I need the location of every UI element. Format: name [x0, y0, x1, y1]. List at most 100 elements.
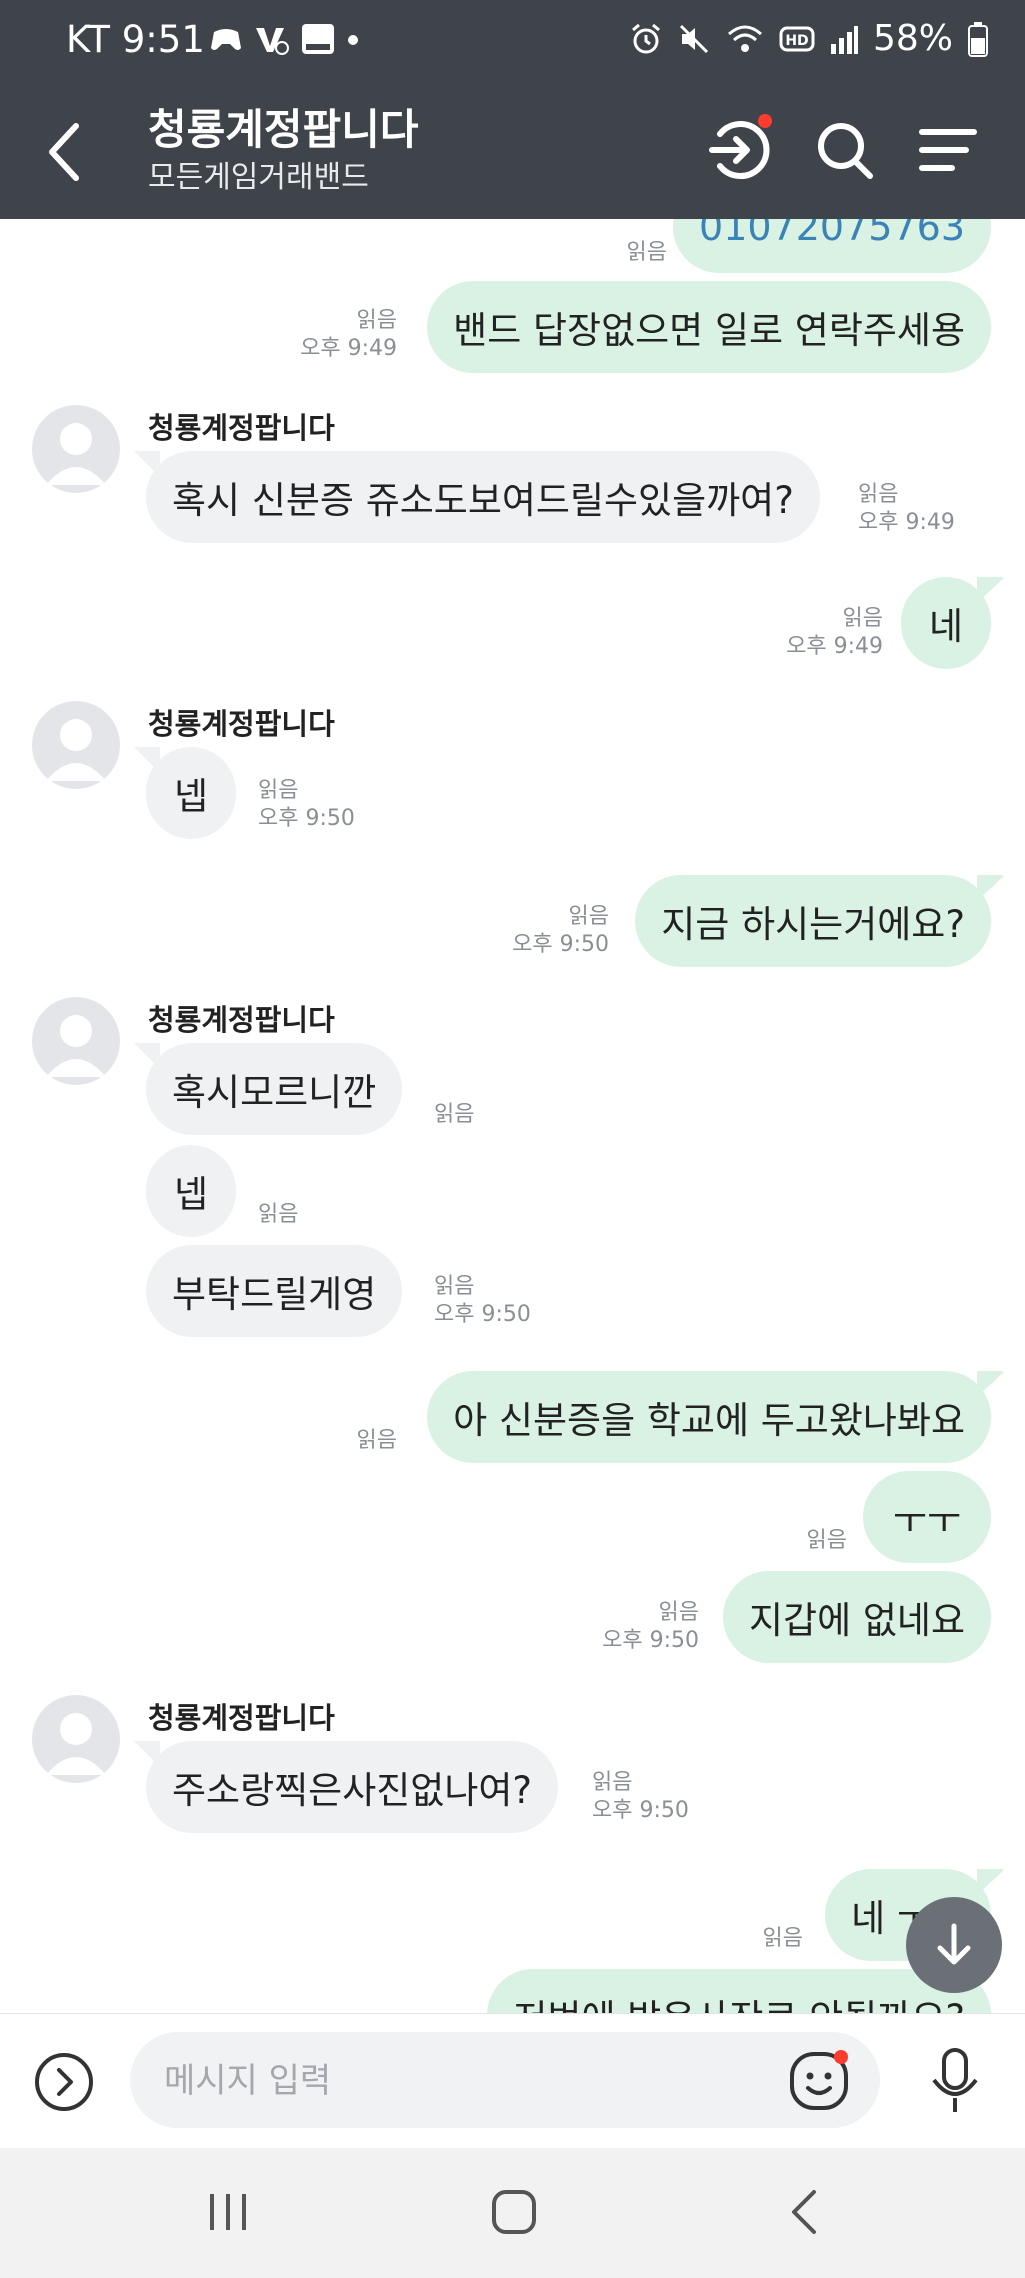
expand-menu-icon[interactable]	[34, 2052, 94, 2112]
arrow-down-icon	[937, 1923, 971, 1965]
message-time: 오후 9:49	[786, 634, 883, 659]
message-text: 넵	[174, 1173, 209, 1216]
read-status: 읽음	[806, 1528, 847, 1553]
message-input[interactable]	[162, 2056, 666, 2106]
search-icon[interactable]	[810, 112, 880, 188]
message-meta: 읽음 오후 9:50	[592, 1769, 689, 1825]
message-text: ㅜㅜ	[892, 1499, 961, 1542]
message-input-bar	[0, 2013, 1025, 2149]
chat-subtitle: 모든게임거래밴드	[148, 160, 369, 195]
sender-name: 청룡계정팝니다	[148, 1701, 335, 1735]
message-time: 오후 9:49	[858, 510, 955, 535]
svg-text:HD: HD	[785, 33, 808, 49]
message-text: 아 신분증을 학교에 두고왔나봐요	[453, 1399, 965, 1442]
read-status: 읽음	[258, 1202, 299, 1227]
sender-name: 청룡계정팝니다	[148, 411, 335, 445]
read-status: 읽음	[658, 1600, 699, 1625]
recent-apps-icon[interactable]	[206, 2190, 250, 2234]
message-time: 오후 9:50	[258, 806, 355, 831]
enter-band-button[interactable]	[706, 112, 776, 188]
message-text: 혹시모르니깐	[172, 1071, 377, 1114]
their-message-bubble[interactable]: 주소랑찍은사진없나여?	[146, 1741, 559, 1833]
read-status: 읽음	[356, 1428, 397, 1453]
message-time: 오후 9:50	[602, 1628, 699, 1653]
read-status: 읽음	[592, 1770, 633, 1795]
message-text: 주소랑찍은사진없나여?	[172, 1769, 533, 1812]
avatar[interactable]	[32, 405, 120, 493]
message-text: 부탁드릴게영	[172, 1273, 377, 1316]
their-message-bubble[interactable]: 혹시 신분증 쥬소도보여드릴수있을까여?	[146, 451, 820, 543]
system-navigation-bar	[0, 2148, 1025, 2278]
message-text: 혹시 신분증 쥬소도보여드릴수있을까여?	[172, 479, 794, 522]
message-text: 밴드 답장없으면 일로 연락주세용	[453, 309, 965, 352]
sender-name: 청룡계정팝니다	[148, 1003, 335, 1037]
read-status: 읽음	[356, 308, 397, 333]
my-message-bubble[interactable]: 아 신분증을 학교에 두고왔나봐요	[427, 1371, 991, 1463]
my-message-bubble[interactable]: 저번에 받은사잔로 안될까요?	[487, 1969, 991, 2013]
message-meta: 읽음 오후 9:49	[858, 481, 955, 537]
menu-icon[interactable]	[914, 112, 984, 188]
message-meta: 읽음	[807, 1527, 847, 1555]
default-profile-icon	[46, 1015, 106, 1077]
message-meta: 읽음	[627, 239, 667, 267]
back-icon[interactable]	[784, 2186, 824, 2238]
default-profile-icon	[46, 719, 106, 781]
their-message-bubble[interactable]: 넵	[146, 747, 237, 839]
message-text: 지갑에 없네요	[748, 1599, 965, 1642]
my-message-bubble[interactable]: 밴드 답장없으면 일로 연락주세용	[427, 281, 991, 373]
battery-percent: 58%	[872, 18, 953, 59]
my-message-bubble[interactable]: 네	[900, 577, 991, 669]
clock: 9:51	[121, 18, 205, 61]
top-bar: KT 9:51 HD 58% 청룡계정팝니다 모든게임거래밴드	[0, 0, 1025, 219]
read-status: 읽음	[842, 606, 883, 631]
message-time: 오후 9:49	[300, 336, 397, 361]
mute-icon	[679, 24, 709, 53]
hd-voice-icon: HD	[779, 26, 815, 51]
message-meta: 읽음	[763, 1925, 803, 1953]
alarm-icon	[632, 23, 660, 53]
more-notifications-dot-icon	[348, 35, 358, 45]
message-meta: 읽음 오후 9:50	[602, 1599, 699, 1655]
home-icon[interactable]	[490, 2188, 538, 2236]
chat-header: 청룡계정팝니다 모든게임거래밴드	[0, 82, 1025, 219]
sender-name: 청룡계정팝니다	[148, 707, 335, 741]
their-message-bubble[interactable]: 부탁드릴게영	[146, 1245, 403, 1337]
status-right: HD 58%	[629, 18, 989, 59]
read-status: 읽음	[434, 1102, 475, 1127]
my-message-bubble[interactable]: 지금 하시는거에요?	[635, 875, 991, 967]
read-status: 읽음	[626, 240, 667, 265]
their-message-bubble[interactable]: 넵	[146, 1145, 237, 1237]
status-notification-icons	[208, 22, 360, 56]
scroll-to-bottom-button[interactable]	[906, 1897, 1002, 1993]
chat-messages[interactable]: 01072075763 읽음 밴드 답장없으면 일로 연락주세용 읽음 오후 9…	[0, 219, 1025, 2013]
back-arrow-icon[interactable]	[36, 112, 96, 192]
message-meta: 읽음	[258, 1201, 298, 1229]
message-text: 지금 하시는거에요?	[661, 903, 965, 946]
v3-app-icon	[256, 28, 289, 55]
sticker-button[interactable]	[788, 2048, 852, 2112]
phone-number-link[interactable]: 01072075763	[699, 219, 965, 249]
my-message-bubble[interactable]: 01072075763	[673, 219, 991, 273]
signal-icon	[830, 25, 858, 54]
carrier-label: KT	[66, 18, 110, 61]
read-status: 읽음	[762, 1926, 803, 1951]
status-bar: KT 9:51 HD 58%	[0, 0, 1025, 82]
message-time: 오후 9:50	[434, 1302, 531, 1327]
avatar[interactable]	[32, 701, 120, 789]
game-controller-icon	[211, 29, 241, 50]
tmoney-app-icon	[302, 24, 334, 54]
message-meta: 읽음	[434, 1101, 474, 1129]
wifi-icon	[727, 25, 762, 52]
message-meta: 읽음 오후 9:50	[512, 903, 609, 959]
message-text: 저번에 받은사잔로 안될까요?	[513, 1988, 965, 2013]
message-meta: 읽음	[357, 1427, 397, 1455]
my-message-bubble[interactable]: 지갑에 없네요	[722, 1571, 991, 1663]
their-message-bubble[interactable]: 혹시모르니깐	[146, 1043, 403, 1135]
my-message-bubble[interactable]: ㅜㅜ	[862, 1471, 991, 1563]
read-status: 읽음	[434, 1274, 475, 1299]
message-input-container[interactable]	[130, 2032, 880, 2128]
avatar[interactable]	[32, 1695, 120, 1783]
avatar[interactable]	[32, 997, 120, 1085]
microphone-icon[interactable]	[928, 2046, 982, 2118]
message-time: 오후 9:50	[512, 932, 609, 957]
